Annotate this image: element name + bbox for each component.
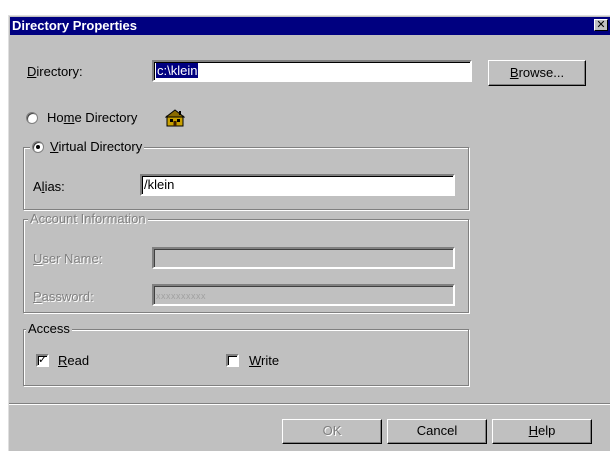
alias-input[interactable]: /klein bbox=[140, 174, 455, 196]
read-checkbox[interactable]: ✓ bbox=[36, 354, 49, 367]
access-group: Access bbox=[23, 321, 469, 386]
close-button[interactable]: ✕ bbox=[594, 19, 608, 31]
user-name-input[interactable] bbox=[152, 247, 455, 269]
help-button[interactable]: Help bbox=[492, 419, 592, 444]
password-input[interactable]: xxxxxxxxxx bbox=[152, 284, 455, 306]
home-directory-label[interactable]: Home Directory bbox=[47, 110, 137, 126]
title-bar[interactable]: Directory Properties ✕ bbox=[10, 17, 610, 35]
footer-separator-highlight bbox=[9, 404, 610, 405]
browse-button[interactable]: Browse... bbox=[488, 60, 586, 86]
read-label[interactable]: Read bbox=[58, 353, 89, 369]
cancel-button[interactable]: Cancel bbox=[387, 419, 487, 444]
home-directory-radio[interactable] bbox=[26, 112, 38, 124]
directory-input[interactable]: c:\klein bbox=[152, 60, 472, 82]
check-icon: ✓ bbox=[38, 354, 48, 366]
home-directory-icon bbox=[165, 109, 185, 127]
close-icon: ✕ bbox=[596, 19, 606, 31]
access-legend: Access bbox=[26, 321, 72, 337]
directory-value: c:\klein bbox=[156, 63, 199, 78]
directory-label: Directory: bbox=[27, 64, 83, 79]
alias-value: /klein bbox=[144, 177, 175, 192]
password-mask: xxxxxxxxxx bbox=[156, 291, 206, 301]
write-label[interactable]: Write bbox=[249, 353, 279, 369]
dialog-title: Directory Properties bbox=[12, 18, 137, 33]
directory-properties-dialog: Directory Properties ✕ Directory: c:\kle… bbox=[8, 15, 610, 451]
virtual-directory-legend: Virtual Directory bbox=[30, 139, 145, 155]
radio-selected-dot bbox=[36, 145, 40, 149]
account-information-legend: Account Information bbox=[28, 211, 148, 227]
ok-button[interactable]: OK bbox=[282, 419, 382, 444]
virtual-directory-radio[interactable] bbox=[32, 141, 44, 153]
alias-label: Alias: bbox=[33, 179, 65, 194]
user-name-label: User Name: bbox=[33, 251, 103, 266]
password-label: Password: bbox=[33, 289, 94, 304]
write-checkbox[interactable] bbox=[226, 354, 239, 367]
